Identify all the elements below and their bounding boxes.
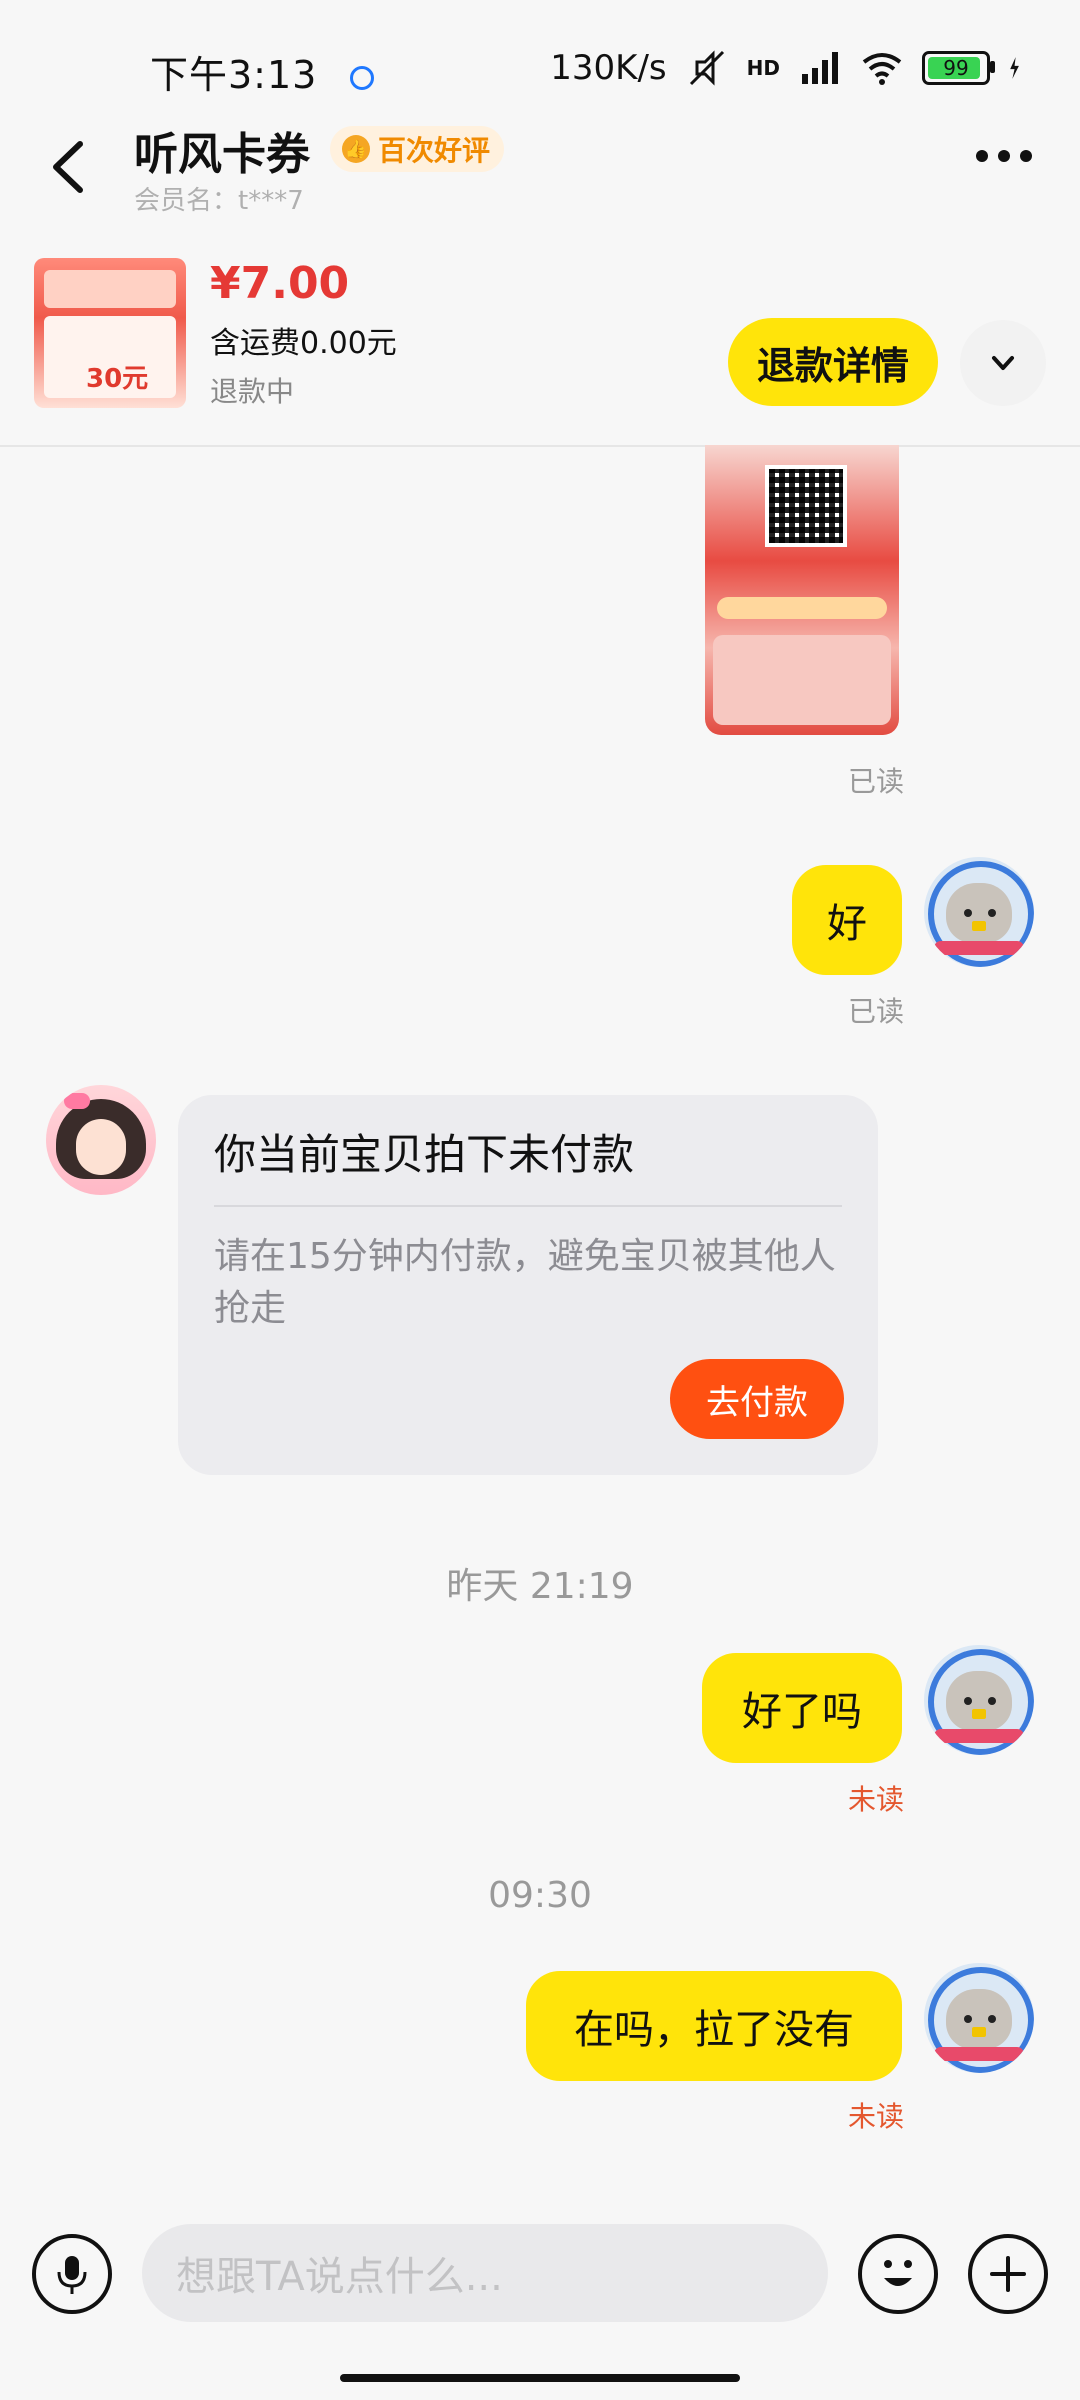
read-status: 已读 — [848, 765, 905, 798]
chat-header: 听风卡券 👍 百次好评 会员名：t***7 — [0, 110, 1080, 220]
avatar[interactable] — [924, 1963, 1034, 2073]
status-icons: 130K/s HD 99 — [550, 46, 1032, 90]
order-shipping: 含运费0.00元 — [210, 326, 397, 361]
microphone-icon — [57, 2256, 87, 2294]
payment-reminder-card: 你当前宝贝拍下未付款 请在15分钟内付款，避免宝贝被其他人抢走 去付款 — [178, 1095, 878, 1475]
sent-image[interactable] — [705, 445, 899, 735]
divider — [214, 1205, 842, 1207]
emoji-button[interactable] — [858, 2234, 938, 2314]
product-thumbnail[interactable]: 30元 — [34, 258, 186, 408]
shop-avatar[interactable] — [46, 1085, 156, 1195]
message-bubble-sent[interactable]: 在吗，拉了没有 — [526, 1971, 902, 2081]
avatar[interactable] — [924, 1645, 1034, 1755]
timestamp: 昨天 21:19 — [446, 1566, 634, 1607]
network-speed: 130K/s — [550, 48, 667, 88]
read-status: 已读 — [848, 995, 905, 1028]
status-time-group: 下午3:13 — [150, 44, 375, 99]
more-options-icon[interactable] — [976, 150, 1032, 162]
refund-status: 退款中 — [210, 375, 295, 408]
mute-icon — [689, 50, 724, 86]
unread-status: 未读 — [848, 1783, 905, 1816]
order-card[interactable]: 30元 ¥7.00 含运费0.00元 退款中 退款详情 — [0, 240, 1080, 447]
refund-details-button[interactable]: 退款详情 — [728, 318, 938, 406]
unread-status: 未读 — [848, 2100, 905, 2133]
message-bubble-sent[interactable]: 好 — [792, 865, 902, 975]
battery-level: 99 — [943, 56, 969, 80]
add-button[interactable] — [968, 2234, 1048, 2314]
chevron-down-icon — [992, 356, 1014, 370]
emoji-icon — [884, 2260, 912, 2286]
chat-area[interactable]: 已读 好 已读 你当前宝贝拍下未付款 请在15分钟内付款，避免宝贝被其他人抢走 … — [0, 445, 1080, 2200]
network-type: HD — [746, 56, 780, 80]
location-icon — [350, 65, 375, 90]
message-input[interactable]: 想跟TA说点什么... — [142, 2224, 828, 2322]
home-indicator[interactable] — [340, 2374, 740, 2382]
thumbs-up-icon: 👍 — [342, 135, 370, 163]
expand-button[interactable] — [960, 320, 1046, 406]
message-bubble-sent[interactable]: 好了吗 — [702, 1653, 902, 1763]
rating-badge-label: 百次好评 — [378, 134, 491, 167]
avatar[interactable] — [924, 857, 1034, 967]
payment-reminder-title: 你当前宝贝拍下未付款 — [214, 1130, 635, 1179]
battery-icon: 99 — [922, 51, 995, 85]
qr-code — [765, 465, 847, 547]
charging-icon — [1010, 57, 1019, 79]
pay-button[interactable]: 去付款 — [670, 1359, 844, 1439]
timestamp: 09:30 — [488, 1875, 592, 1916]
wifi-icon — [862, 53, 902, 85]
signal-icon — [802, 52, 838, 84]
status-time: 下午3:13 — [150, 53, 318, 97]
plus-icon — [990, 2256, 1026, 2292]
order-price: ¥7.00 — [210, 258, 350, 309]
input-bar: 想跟TA说点什么... — [0, 2200, 1080, 2400]
payment-reminder-desc: 请在15分钟内付款，避免宝贝被其他人抢走 — [214, 1236, 836, 1329]
shop-name[interactable]: 听风卡券 — [134, 118, 310, 182]
back-icon[interactable] — [40, 132, 100, 202]
product-thumbnail-text: 30元 — [86, 364, 149, 394]
member-name: 会员名：t***7 — [134, 186, 304, 216]
voice-button[interactable] — [32, 2234, 112, 2314]
rating-badge: 👍 百次好评 — [330, 126, 505, 172]
